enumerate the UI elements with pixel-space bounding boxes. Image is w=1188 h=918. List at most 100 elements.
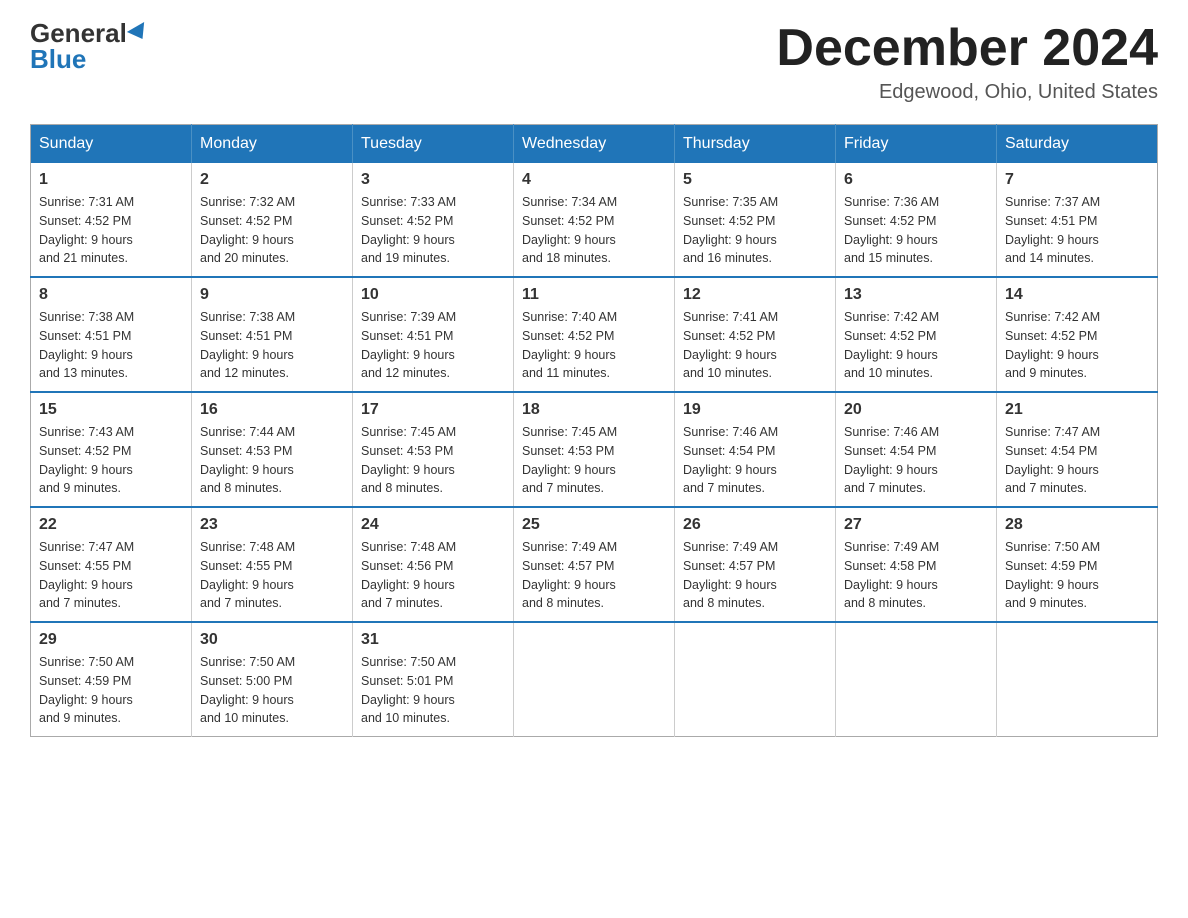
calendar-cell: 12 Sunrise: 7:41 AM Sunset: 4:52 PM Dayl…: [675, 277, 836, 392]
day-info: Sunrise: 7:44 AM Sunset: 4:53 PM Dayligh…: [200, 423, 344, 498]
logo: General Blue: [30, 20, 149, 72]
calendar-cell: 2 Sunrise: 7:32 AM Sunset: 4:52 PM Dayli…: [192, 163, 353, 277]
day-info: Sunrise: 7:37 AM Sunset: 4:51 PM Dayligh…: [1005, 193, 1149, 268]
calendar-cell: [514, 622, 675, 737]
calendar-cell: 10 Sunrise: 7:39 AM Sunset: 4:51 PM Dayl…: [353, 277, 514, 392]
day-number: 16: [200, 401, 344, 419]
calendar-cell: 16 Sunrise: 7:44 AM Sunset: 4:53 PM Dayl…: [192, 392, 353, 507]
day-number: 6: [844, 171, 988, 189]
day-info: Sunrise: 7:38 AM Sunset: 4:51 PM Dayligh…: [200, 308, 344, 383]
day-number: 31: [361, 631, 505, 649]
day-number: 5: [683, 171, 827, 189]
day-number: 23: [200, 516, 344, 534]
day-number: 25: [522, 516, 666, 534]
calendar-cell: 4 Sunrise: 7:34 AM Sunset: 4:52 PM Dayli…: [514, 163, 675, 277]
day-info: Sunrise: 7:47 AM Sunset: 4:54 PM Dayligh…: [1005, 423, 1149, 498]
day-number: 17: [361, 401, 505, 419]
calendar-cell: 26 Sunrise: 7:49 AM Sunset: 4:57 PM Dayl…: [675, 507, 836, 622]
header-sunday: Sunday: [31, 125, 192, 164]
calendar-cell: 29 Sunrise: 7:50 AM Sunset: 4:59 PM Dayl…: [31, 622, 192, 737]
day-number: 11: [522, 286, 666, 304]
day-info: Sunrise: 7:42 AM Sunset: 4:52 PM Dayligh…: [844, 308, 988, 383]
day-number: 18: [522, 401, 666, 419]
day-info: Sunrise: 7:43 AM Sunset: 4:52 PM Dayligh…: [39, 423, 183, 498]
logo-blue-text: Blue: [30, 46, 86, 72]
day-info: Sunrise: 7:48 AM Sunset: 4:56 PM Dayligh…: [361, 538, 505, 613]
day-info: Sunrise: 7:48 AM Sunset: 4:55 PM Dayligh…: [200, 538, 344, 613]
calendar-cell: 22 Sunrise: 7:47 AM Sunset: 4:55 PM Dayl…: [31, 507, 192, 622]
calendar-cell: 28 Sunrise: 7:50 AM Sunset: 4:59 PM Dayl…: [997, 507, 1158, 622]
day-info: Sunrise: 7:45 AM Sunset: 4:53 PM Dayligh…: [522, 423, 666, 498]
calendar-week-row: 29 Sunrise: 7:50 AM Sunset: 4:59 PM Dayl…: [31, 622, 1158, 737]
calendar-cell: 18 Sunrise: 7:45 AM Sunset: 4:53 PM Dayl…: [514, 392, 675, 507]
location-text: Edgewood, Ohio, United States: [776, 81, 1158, 104]
day-info: Sunrise: 7:46 AM Sunset: 4:54 PM Dayligh…: [844, 423, 988, 498]
day-number: 26: [683, 516, 827, 534]
calendar-week-row: 8 Sunrise: 7:38 AM Sunset: 4:51 PM Dayli…: [31, 277, 1158, 392]
day-number: 21: [1005, 401, 1149, 419]
calendar-cell: 21 Sunrise: 7:47 AM Sunset: 4:54 PM Dayl…: [997, 392, 1158, 507]
calendar-cell: 14 Sunrise: 7:42 AM Sunset: 4:52 PM Dayl…: [997, 277, 1158, 392]
header-friday: Friday: [836, 125, 997, 164]
day-info: Sunrise: 7:50 AM Sunset: 4:59 PM Dayligh…: [1005, 538, 1149, 613]
logo-general-text: General: [30, 20, 127, 46]
calendar-cell: 23 Sunrise: 7:48 AM Sunset: 4:55 PM Dayl…: [192, 507, 353, 622]
day-info: Sunrise: 7:41 AM Sunset: 4:52 PM Dayligh…: [683, 308, 827, 383]
page-header: General Blue December 2024 Edgewood, Ohi…: [30, 20, 1158, 104]
day-info: Sunrise: 7:50 AM Sunset: 4:59 PM Dayligh…: [39, 653, 183, 728]
calendar-cell: 30 Sunrise: 7:50 AM Sunset: 5:00 PM Dayl…: [192, 622, 353, 737]
calendar-cell: 3 Sunrise: 7:33 AM Sunset: 4:52 PM Dayli…: [353, 163, 514, 277]
day-number: 3: [361, 171, 505, 189]
day-number: 29: [39, 631, 183, 649]
day-number: 7: [1005, 171, 1149, 189]
day-number: 30: [200, 631, 344, 649]
day-info: Sunrise: 7:45 AM Sunset: 4:53 PM Dayligh…: [361, 423, 505, 498]
title-section: December 2024 Edgewood, Ohio, United Sta…: [776, 20, 1158, 104]
calendar-cell: 13 Sunrise: 7:42 AM Sunset: 4:52 PM Dayl…: [836, 277, 997, 392]
day-info: Sunrise: 7:50 AM Sunset: 5:00 PM Dayligh…: [200, 653, 344, 728]
calendar-table: SundayMondayTuesdayWednesdayThursdayFrid…: [30, 124, 1158, 737]
calendar-cell: 19 Sunrise: 7:46 AM Sunset: 4:54 PM Dayl…: [675, 392, 836, 507]
day-number: 13: [844, 286, 988, 304]
calendar-cell: 11 Sunrise: 7:40 AM Sunset: 4:52 PM Dayl…: [514, 277, 675, 392]
day-info: Sunrise: 7:49 AM Sunset: 4:57 PM Dayligh…: [683, 538, 827, 613]
header-monday: Monday: [192, 125, 353, 164]
calendar-week-row: 1 Sunrise: 7:31 AM Sunset: 4:52 PM Dayli…: [31, 163, 1158, 277]
calendar-cell: 1 Sunrise: 7:31 AM Sunset: 4:52 PM Dayli…: [31, 163, 192, 277]
day-number: 12: [683, 286, 827, 304]
calendar-cell: 8 Sunrise: 7:38 AM Sunset: 4:51 PM Dayli…: [31, 277, 192, 392]
calendar-cell: 27 Sunrise: 7:49 AM Sunset: 4:58 PM Dayl…: [836, 507, 997, 622]
day-number: 8: [39, 286, 183, 304]
day-info: Sunrise: 7:46 AM Sunset: 4:54 PM Dayligh…: [683, 423, 827, 498]
day-number: 27: [844, 516, 988, 534]
calendar-cell: 15 Sunrise: 7:43 AM Sunset: 4:52 PM Dayl…: [31, 392, 192, 507]
header-thursday: Thursday: [675, 125, 836, 164]
day-info: Sunrise: 7:34 AM Sunset: 4:52 PM Dayligh…: [522, 193, 666, 268]
header-tuesday: Tuesday: [353, 125, 514, 164]
calendar-week-row: 22 Sunrise: 7:47 AM Sunset: 4:55 PM Dayl…: [31, 507, 1158, 622]
calendar-cell: 9 Sunrise: 7:38 AM Sunset: 4:51 PM Dayli…: [192, 277, 353, 392]
day-info: Sunrise: 7:39 AM Sunset: 4:51 PM Dayligh…: [361, 308, 505, 383]
calendar-cell: 17 Sunrise: 7:45 AM Sunset: 4:53 PM Dayl…: [353, 392, 514, 507]
day-info: Sunrise: 7:35 AM Sunset: 4:52 PM Dayligh…: [683, 193, 827, 268]
calendar-week-row: 15 Sunrise: 7:43 AM Sunset: 4:52 PM Dayl…: [31, 392, 1158, 507]
header-wednesday: Wednesday: [514, 125, 675, 164]
calendar-cell: [997, 622, 1158, 737]
calendar-cell: 20 Sunrise: 7:46 AM Sunset: 4:54 PM Dayl…: [836, 392, 997, 507]
day-info: Sunrise: 7:38 AM Sunset: 4:51 PM Dayligh…: [39, 308, 183, 383]
day-number: 22: [39, 516, 183, 534]
day-number: 28: [1005, 516, 1149, 534]
day-number: 2: [200, 171, 344, 189]
logo-triangle-icon: [127, 22, 151, 44]
day-number: 10: [361, 286, 505, 304]
day-number: 4: [522, 171, 666, 189]
day-info: Sunrise: 7:49 AM Sunset: 4:58 PM Dayligh…: [844, 538, 988, 613]
day-info: Sunrise: 7:36 AM Sunset: 4:52 PM Dayligh…: [844, 193, 988, 268]
day-info: Sunrise: 7:47 AM Sunset: 4:55 PM Dayligh…: [39, 538, 183, 613]
month-title: December 2024: [776, 20, 1158, 77]
calendar-header-row: SundayMondayTuesdayWednesdayThursdayFrid…: [31, 125, 1158, 164]
day-number: 20: [844, 401, 988, 419]
calendar-cell: [836, 622, 997, 737]
calendar-cell: 25 Sunrise: 7:49 AM Sunset: 4:57 PM Dayl…: [514, 507, 675, 622]
day-info: Sunrise: 7:32 AM Sunset: 4:52 PM Dayligh…: [200, 193, 344, 268]
